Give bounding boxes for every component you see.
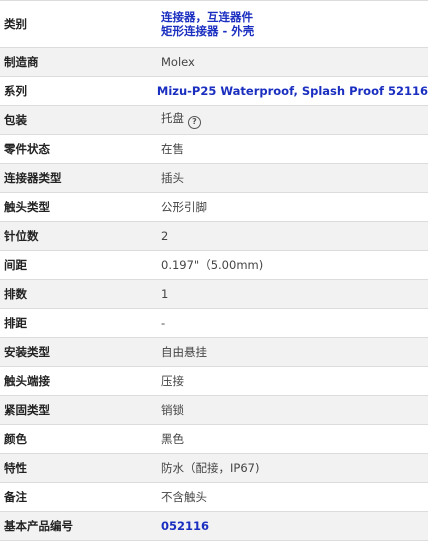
spec-label: 间距 xyxy=(4,258,27,272)
spec-value: 黑色 xyxy=(161,432,184,446)
spec-label: 类别 xyxy=(4,17,27,31)
spec-value: 2 xyxy=(161,229,169,243)
spec-table: 类别 连接器，互连器件 矩形连接器 - 外壳 制造商 Molex 系列 Mizu… xyxy=(0,0,428,541)
spec-label: 触头端接 xyxy=(4,374,50,388)
spec-label: 针位数 xyxy=(4,229,39,243)
spec-label: 排距 xyxy=(4,316,27,330)
category-link-connectors[interactable]: 连接器，互连器件 xyxy=(161,10,428,24)
spec-row-contact-type: 触头类型 公形引脚 xyxy=(0,193,428,222)
spec-label: 紧固类型 xyxy=(4,403,50,417)
spec-value: 防水（配接，IP67) xyxy=(161,461,260,475)
spec-row-connector-type: 连接器类型 插头 xyxy=(0,164,428,193)
spec-label: 零件状态 xyxy=(4,142,50,156)
spec-row-mounting-type: 安装类型 自由悬挂 xyxy=(0,338,428,367)
spec-row-positions: 针位数 2 xyxy=(0,222,428,251)
spec-label: 系列 xyxy=(4,84,27,98)
spec-row-row-spacing: 排距 - xyxy=(0,309,428,338)
spec-row-color: 颜色 黑色 xyxy=(0,425,428,454)
spec-label: 排数 xyxy=(4,287,27,301)
spec-row-pitch: 间距 0.197"（5.00mm) xyxy=(0,251,428,280)
spec-value: 托盘? xyxy=(151,111,428,129)
spec-row-series: 系列 Mizu-P25 Waterproof, Splash Proof 521… xyxy=(0,77,428,106)
spec-value: - xyxy=(161,316,166,330)
spec-value: Molex xyxy=(161,55,195,69)
help-circle-icon[interactable]: ? xyxy=(188,115,201,129)
spec-label: 颜色 xyxy=(4,432,27,446)
spec-row-manufacturer: 制造商 Molex xyxy=(0,48,428,77)
spec-row-rows: 排数 1 xyxy=(0,280,428,309)
spec-value: 销锁 xyxy=(161,403,184,417)
category-link-rectangular-housings[interactable]: 矩形连接器 - 外壳 xyxy=(161,24,428,38)
packaging-value: 托盘 xyxy=(161,111,184,126)
spec-value: Mizu-P25 Waterproof, Splash Proof 52116 xyxy=(147,84,428,98)
spec-value: 不含触头 xyxy=(161,490,207,504)
spec-label: 包装 xyxy=(4,113,27,127)
spec-value: 1 xyxy=(161,287,169,301)
spec-row-packaging: 包装 托盘? xyxy=(0,106,428,135)
spec-value: 自由悬挂 xyxy=(161,345,207,359)
spec-value: 在售 xyxy=(161,142,184,156)
spec-label: 制造商 xyxy=(4,55,39,69)
spec-value: 压接 xyxy=(161,374,184,388)
spec-label: 触头类型 xyxy=(4,200,50,214)
spec-value: 公形引脚 xyxy=(161,200,207,214)
spec-row-features: 特性 防水（配接，IP67) xyxy=(0,454,428,483)
spec-value: 0.197"（5.00mm) xyxy=(161,258,264,272)
spec-value: 连接器，互连器件 矩形连接器 - 外壳 xyxy=(151,10,428,38)
spec-value: 插头 xyxy=(161,171,184,185)
spec-value: 052116 xyxy=(151,519,428,533)
spec-label: 备注 xyxy=(4,490,27,504)
spec-label: 连接器类型 xyxy=(4,171,62,185)
spec-label: 特性 xyxy=(4,461,27,475)
spec-label: 基本产品编号 xyxy=(4,519,73,533)
spec-row-fastening-type: 紧固类型 销锁 xyxy=(0,396,428,425)
spec-row-part-status: 零件状态 在售 xyxy=(0,135,428,164)
base-product-number-link[interactable]: 052116 xyxy=(161,519,428,533)
spec-row-category: 类别 连接器，互连器件 矩形连接器 - 外壳 xyxy=(0,1,428,48)
spec-row-note: 备注 不含触头 xyxy=(0,483,428,512)
series-link[interactable]: Mizu-P25 Waterproof, Splash Proof 52116 xyxy=(157,84,428,98)
spec-row-base-product-number: 基本产品编号 052116 xyxy=(0,512,428,541)
spec-row-contact-termination: 触头端接 压接 xyxy=(0,367,428,396)
spec-label: 安装类型 xyxy=(4,345,50,359)
